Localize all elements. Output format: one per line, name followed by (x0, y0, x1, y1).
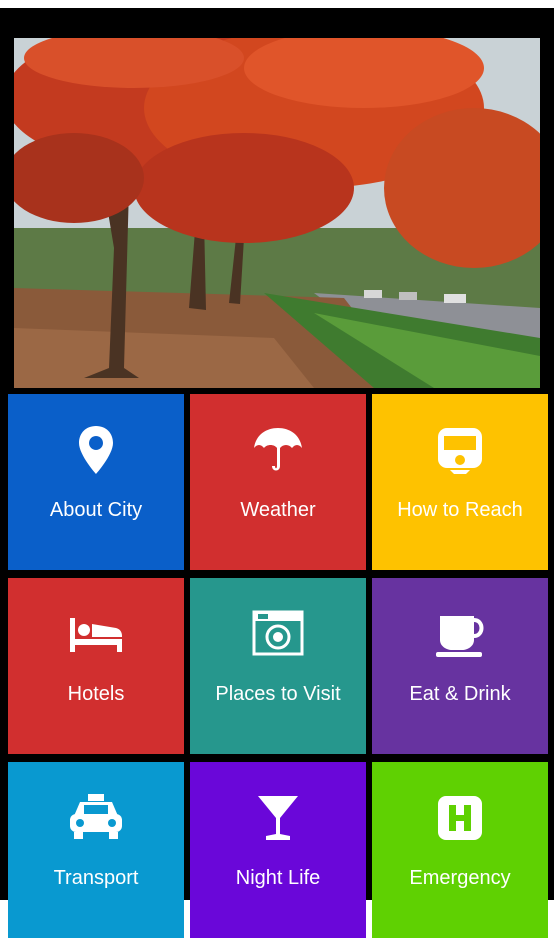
map-pin-icon (68, 422, 124, 478)
tile-label: Transport (53, 867, 139, 889)
hospital-icon (432, 790, 488, 846)
taxi-icon (68, 790, 124, 846)
bed-icon (68, 606, 124, 662)
tile-hotels[interactable]: Hotels (8, 578, 184, 754)
cocktail-glass-icon (250, 790, 306, 846)
camera-icon (250, 606, 306, 662)
tile-label: Hotels (67, 683, 125, 705)
tile-label: About City (49, 499, 143, 521)
train-icon (432, 422, 488, 478)
tile-about-city[interactable]: About City (8, 394, 184, 570)
tile-label: Emergency (409, 867, 511, 889)
coffee-cup-icon (432, 606, 488, 662)
tile-label: Places to Visit (215, 683, 341, 705)
tile-label: Night Life (235, 867, 321, 889)
app-screen: About City Weather How to Reach Hotels P (0, 8, 554, 938)
tile-how-to-reach[interactable]: How to Reach (372, 394, 548, 570)
tile-eat-drink[interactable]: Eat & Drink (372, 578, 548, 754)
umbrella-icon (250, 422, 306, 478)
tile-transport[interactable]: Transport (8, 762, 184, 938)
tile-label: Weather (240, 499, 316, 521)
tile-places-to-visit[interactable]: Places to Visit (190, 578, 366, 754)
tile-night-life[interactable]: Night Life (190, 762, 366, 938)
tile-weather[interactable]: Weather (190, 394, 366, 570)
tile-label: How to Reach (397, 499, 523, 521)
tile-label: Eat & Drink (409, 683, 511, 705)
hero-image (14, 38, 540, 388)
tile-emergency[interactable]: Emergency (372, 762, 548, 938)
